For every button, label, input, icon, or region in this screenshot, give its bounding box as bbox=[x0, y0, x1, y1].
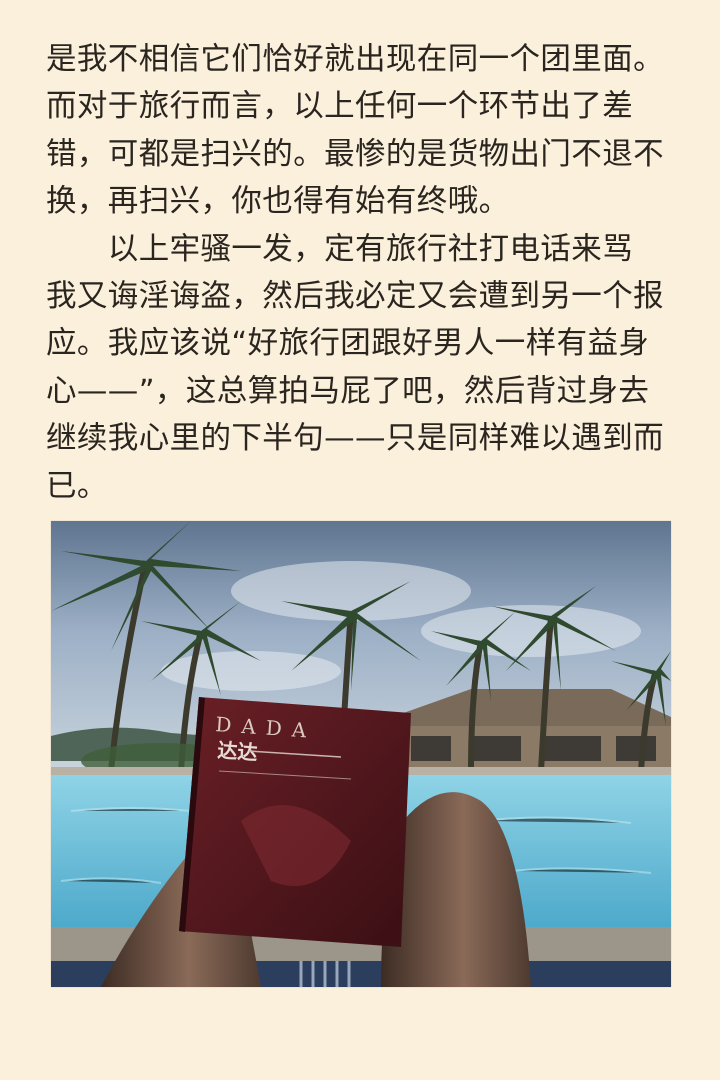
text-line: 而对于旅行而言，以上任何一个环节出了差 bbox=[46, 89, 634, 125]
text-line: 我又诲淫诲盗，然后我必定又会遭到另一个报 bbox=[46, 278, 664, 314]
text-line: 换，再扫兴，你也得有始有终哦。 bbox=[46, 184, 510, 220]
text-line: 错，可都是扫兴的。最惨的是货物出门不退不 bbox=[46, 136, 664, 172]
book: DADA 达达 bbox=[179, 697, 411, 947]
text-line: 以上牢骚一发，定有旅行社打电话来骂 bbox=[46, 231, 634, 267]
text-line: 已。 bbox=[46, 468, 108, 504]
text-line: 继续我心里的下半句——只是同样难以遇到而 bbox=[46, 421, 664, 457]
text-line: 心——”，这总算拍马屁了吧，然后背过身去 bbox=[46, 373, 650, 409]
pool-book-photo: DADA 达达 bbox=[51, 521, 671, 987]
text-line: 是我不相信它们恰好就出现在同一个团里面。 bbox=[46, 42, 664, 77]
text-line: 应。我应该说“好旅行团跟好男人一样有益身 bbox=[46, 326, 650, 362]
photo-illustration: DADA 达达 bbox=[51, 521, 671, 987]
article-text: 是我不相信它们恰好就出现在同一个团里面。 而对于旅行而言，以上任何一个环节出了差… bbox=[46, 36, 686, 510]
